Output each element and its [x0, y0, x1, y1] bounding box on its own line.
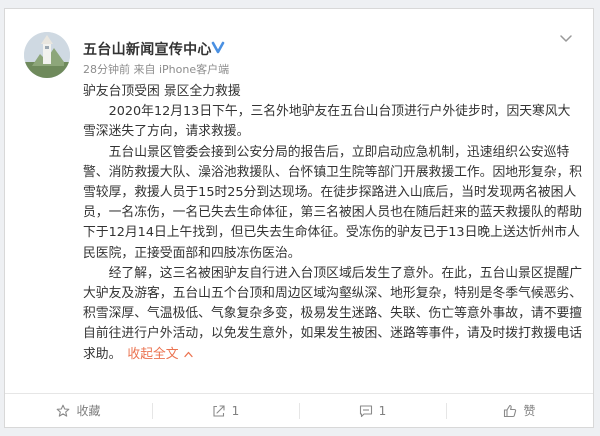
favorite-label: 收藏: [76, 404, 101, 418]
chevron-down-icon[interactable]: [559, 31, 573, 45]
avatar[interactable]: [24, 32, 70, 78]
author-name[interactable]: 五台山新闻宣传中心: [83, 39, 212, 59]
repost-button[interactable]: 1: [152, 394, 299, 427]
comment-button[interactable]: 1: [299, 394, 446, 427]
repost-icon: [213, 404, 225, 417]
collapse-label: 收起全文: [127, 346, 179, 362]
post-paragraph-1: 2020年12月13日下午，三名外地驴友在五台山台顶进行户外徒步时，因天寒风大雪…: [83, 104, 571, 140]
chevron-up-icon: [183, 351, 193, 357]
post-paragraph-3: 经了解，这三名被困驴友自行进入台顶区域后发生了意外。在此，五台山景区提醒广大驴友…: [83, 264, 583, 365]
star-icon: [57, 404, 70, 417]
verified-icon: [210, 39, 226, 55]
avatar-image: [24, 32, 70, 78]
like-label: 赞: [523, 404, 536, 418]
comment-icon: [359, 404, 372, 417]
collapse-link[interactable]: 收起全文: [127, 346, 193, 362]
repost-count: 1: [231, 403, 240, 418]
post-paragraph-2: 五台山景区管委会接到公安分局的报告后，立即启动应急机制，迅速组织公安巡特警、消防…: [83, 144, 583, 261]
comment-count: 1: [378, 403, 387, 418]
post-title: 驴友台顶受困 景区全力救援: [83, 84, 241, 99]
post-content: 驴友台顶受困 景区全力救援 2020年12月13日下午，三名外地驴友在五台山台顶…: [83, 82, 583, 365]
action-bar: 收藏 1 1 赞: [5, 393, 593, 427]
thumbs-up-icon: [504, 404, 517, 417]
post-meta: 28分钟前 来自 iPhone客户端: [83, 63, 230, 76]
favorite-button[interactable]: 收藏: [5, 394, 152, 427]
weibo-post-card: 五台山新闻宣传中心 28分钟前 来自 iPhone客户端 驴友台顶受困 景区全力…: [4, 8, 594, 428]
like-button[interactable]: 赞: [446, 394, 593, 427]
